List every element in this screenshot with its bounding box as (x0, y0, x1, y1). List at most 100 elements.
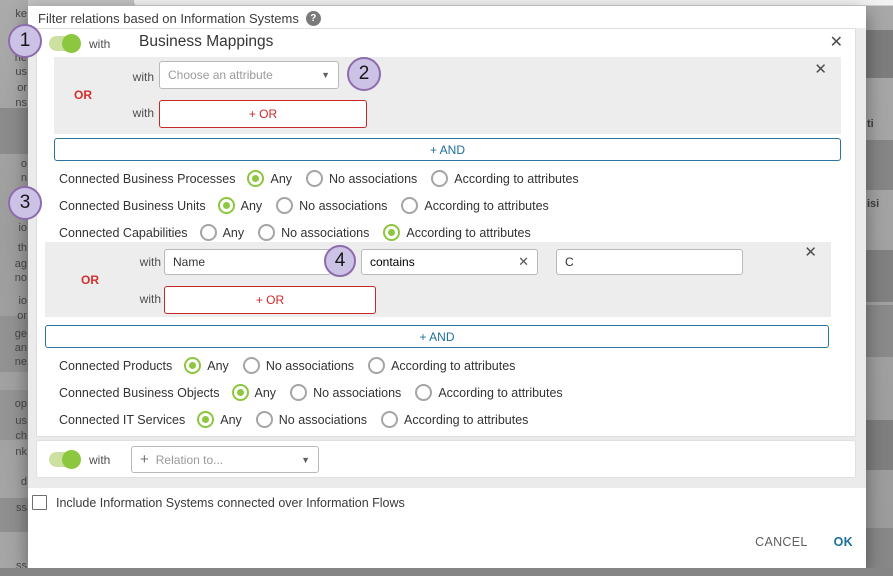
radio-according-to-attributes[interactable] (368, 357, 385, 374)
radio-option-label[interactable]: No associations (279, 413, 367, 427)
radio-option-label[interactable]: No associations (299, 199, 387, 213)
radio-row-label: Connected Business Processes (59, 172, 235, 186)
background-patch (866, 528, 893, 568)
ok-button[interactable]: OK (834, 535, 853, 549)
attribute-select[interactable]: Choose an attribute ▼ (159, 61, 339, 89)
radio-option-label[interactable]: According to attributes (454, 172, 578, 186)
relation-toggle[interactable] (49, 452, 79, 467)
relation-to-placeholder: Relation to... (156, 453, 223, 467)
background-patch (866, 305, 893, 357)
or-label: OR (81, 273, 99, 287)
with-label: with (94, 70, 154, 84)
attribute-name-value: Name (173, 255, 205, 269)
radio-row-label: Connected IT Services (59, 413, 185, 427)
radio-option-label[interactable]: No associations (329, 172, 417, 186)
radio-option-label[interactable]: Any (207, 359, 229, 373)
help-icon[interactable]: ? (306, 11, 321, 26)
background-text-fragment: n (21, 172, 27, 184)
radio-no-associations[interactable] (306, 170, 323, 187)
relation-title: Business Mappings (139, 33, 273, 51)
radio-option-label[interactable]: According to attributes (404, 413, 528, 427)
radio-option-label[interactable]: According to attributes (438, 386, 562, 400)
radio-any[interactable] (184, 357, 201, 374)
background-text-fragment: op (15, 398, 27, 410)
attribute-or-group: with Choose an attribute ▼ ✕ OR with + O… (54, 57, 841, 134)
business-mappings-toggle[interactable] (49, 36, 79, 51)
radio-according-to-attributes[interactable] (415, 384, 432, 401)
relation-to-select[interactable]: + Relation to... ▼ (131, 446, 319, 473)
radio-row-label: Connected Products (59, 359, 172, 373)
background-text-fragment: io (18, 222, 27, 234)
cancel-button[interactable]: CANCEL (755, 535, 808, 549)
add-or-button[interactable]: + OR (164, 286, 376, 314)
radio-no-associations[interactable] (256, 411, 273, 428)
radio-any[interactable] (247, 170, 264, 187)
radio-option-label[interactable]: According to attributes (424, 199, 548, 213)
radio-option-label[interactable]: According to attributes (391, 359, 515, 373)
connected-elements-top-group: Connected Business Processes Any No associ… (37, 165, 855, 246)
radio-option-label[interactable]: Any (223, 226, 245, 240)
filter-relations-dialog: Filter relations based on Information Sy… (28, 6, 866, 568)
dialog-footer: CANCEL OK (755, 535, 853, 549)
attribute-select-placeholder: Choose an attribute (168, 68, 273, 82)
radio-according-to-attributes[interactable] (431, 170, 448, 187)
include-flows-row: Include Information Systems connected ov… (32, 495, 405, 510)
radio-row-label: Connected Business Units (59, 199, 206, 213)
callout-1: 1 (8, 24, 42, 58)
remove-group-icon[interactable]: ✕ (804, 245, 817, 261)
radio-no-associations[interactable] (290, 384, 307, 401)
radio-option-label[interactable]: Any (270, 172, 292, 186)
background-text-fragment: us (15, 415, 27, 427)
radio-option-label[interactable]: No associations (313, 386, 401, 400)
callout-3: 3 (8, 186, 42, 220)
radio-option-label[interactable]: Any (220, 413, 242, 427)
with-label: with (103, 292, 161, 306)
background-patch (866, 30, 893, 78)
attribute-name-field[interactable]: Name (164, 249, 331, 275)
radio-no-associations[interactable] (276, 197, 293, 214)
radio-according-to-attributes[interactable] (401, 197, 418, 214)
close-icon[interactable]: ✕ (830, 35, 843, 51)
dialog-header: Filter relations based on Information Sy… (38, 11, 321, 26)
radio-option-label[interactable]: Any (241, 199, 263, 213)
radio-option-label[interactable]: No associations (281, 226, 369, 240)
chevron-down-icon: ▼ (301, 455, 310, 465)
radio-option-label[interactable]: According to attributes (406, 226, 530, 240)
capability-or-group: with Name contains ✕ C ✕ OR with + OR (45, 242, 831, 317)
radio-option-label[interactable]: Any (255, 386, 277, 400)
connected-element-row: Connected Business Processes Any No associ… (37, 165, 855, 192)
radio-row-label: Connected Business Objects (59, 386, 220, 400)
include-flows-label[interactable]: Include Information Systems connected ov… (56, 496, 405, 510)
background-text-fragment: nk (15, 446, 27, 458)
radio-option-label[interactable]: No associations (266, 359, 354, 373)
chevron-down-icon: ▼ (321, 70, 330, 80)
radio-any[interactable] (197, 411, 214, 428)
background-text-fragment: ti (867, 118, 874, 130)
add-or-button[interactable]: + OR (159, 100, 367, 128)
background-text-fragment: ns (15, 97, 27, 109)
connected-element-row: Connected Business Objects Any No associat… (37, 379, 855, 406)
radio-according-to-attributes[interactable] (381, 411, 398, 428)
with-label: with (89, 37, 110, 51)
background-text-fragment: ss (16, 502, 27, 514)
add-and-button[interactable]: + AND (54, 138, 841, 161)
business-mappings-card: with Business Mappings ✕ with Choose an … (36, 28, 856, 437)
radio-any[interactable] (218, 197, 235, 214)
operator-select[interactable]: contains ✕ (361, 249, 538, 275)
remove-group-icon[interactable]: ✕ (814, 62, 827, 78)
radio-any[interactable] (232, 384, 249, 401)
background-text-fragment: or (17, 310, 27, 322)
operator-value: contains (370, 255, 415, 269)
background-text-fragment: ge (15, 328, 27, 340)
clear-operator-icon[interactable]: ✕ (518, 254, 529, 270)
include-flows-checkbox[interactable] (32, 495, 47, 510)
with-label: with (89, 453, 110, 467)
background-patch (866, 250, 893, 302)
radio-no-associations[interactable] (258, 224, 275, 241)
background-text-fragment: ne (15, 356, 27, 368)
attribute-value-field[interactable]: C (556, 249, 743, 275)
radio-no-associations[interactable] (243, 357, 260, 374)
add-and-button[interactable]: + AND (45, 325, 829, 348)
radio-according-to-attributes[interactable] (383, 224, 400, 241)
radio-any[interactable] (200, 224, 217, 241)
